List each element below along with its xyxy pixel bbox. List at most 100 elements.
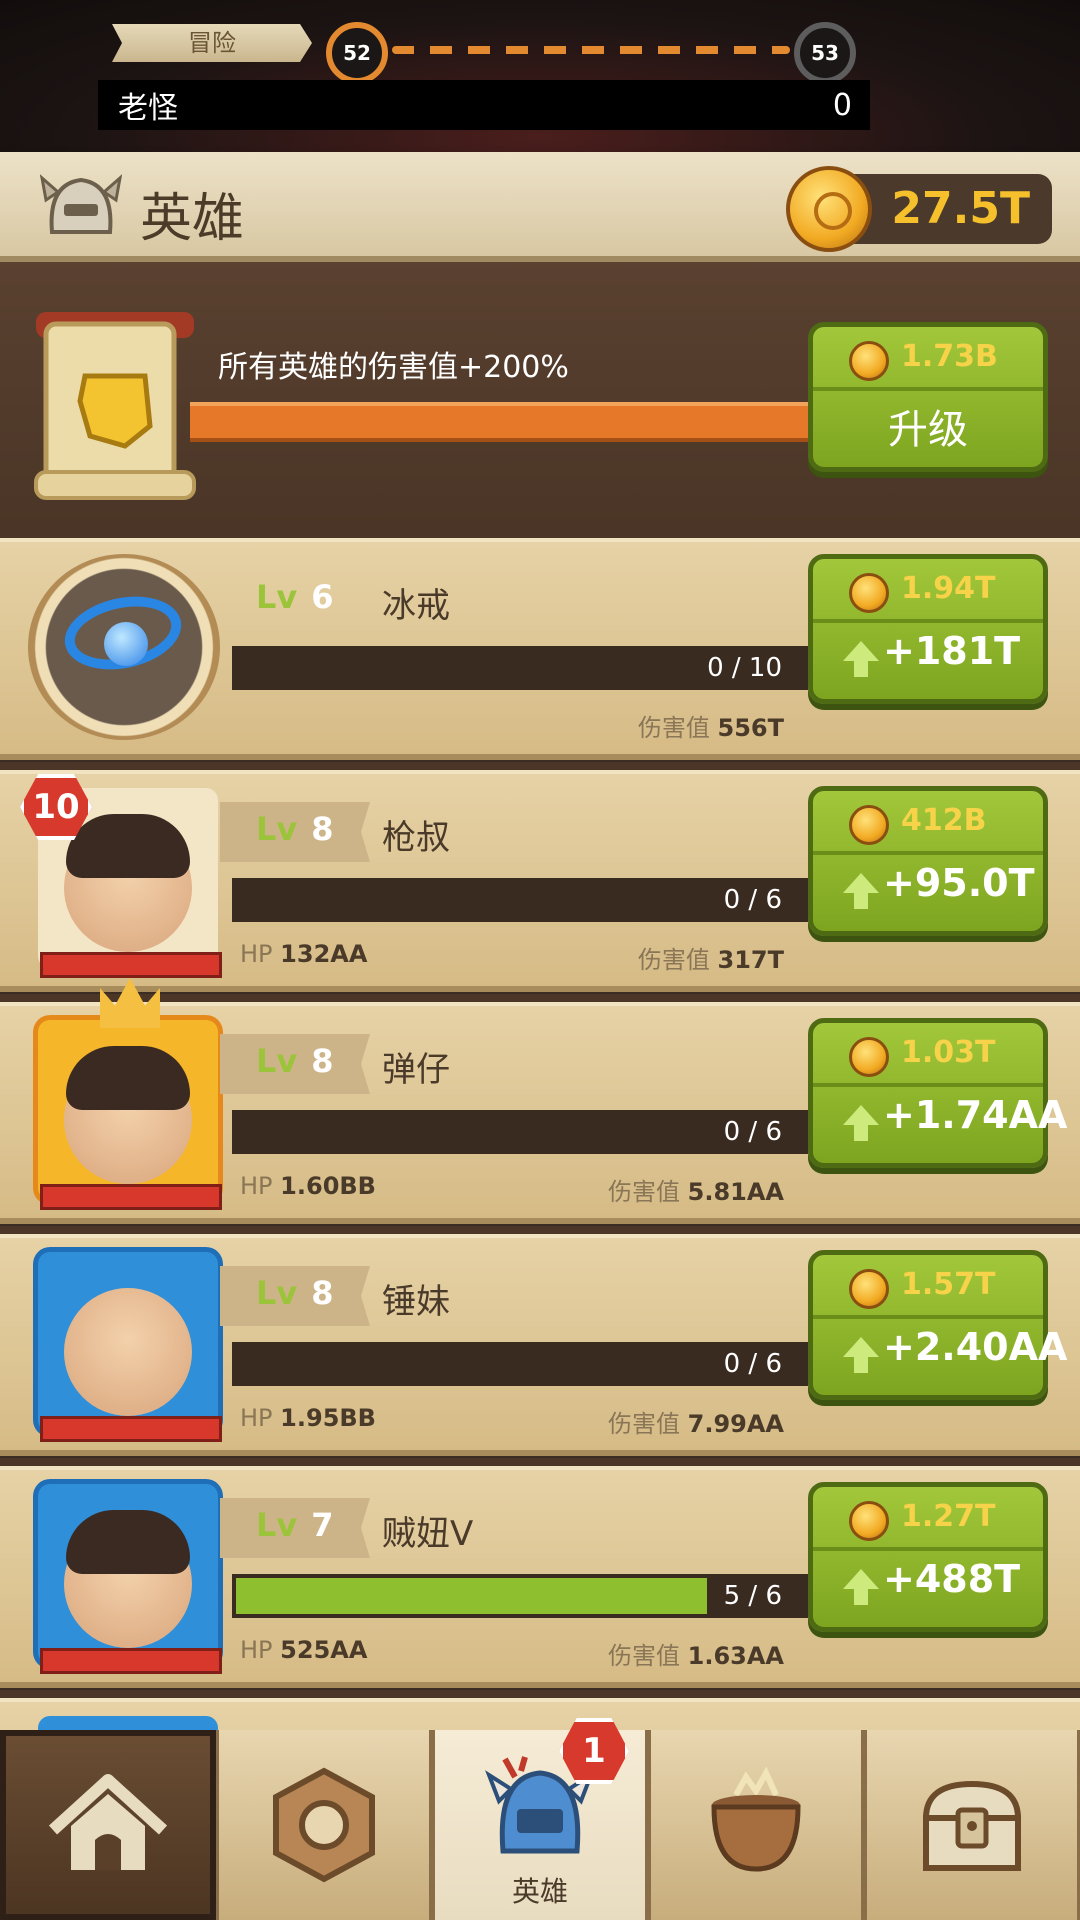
arrow-up-icon — [843, 641, 879, 677]
stage-ribbon: 冒险 — [112, 24, 312, 62]
hero-hp-strip — [40, 1416, 222, 1442]
upgrade-cost: 1.27T — [901, 1499, 996, 1534]
arrow-up-icon — [843, 873, 879, 909]
stage-area: 冒险 52 53 老怪 0 — [0, 0, 1080, 152]
hero-damage: 伤害值 5.81AA — [607, 1178, 784, 1206]
upgrade-cost: 1.03T — [901, 1035, 996, 1070]
hero-name: 贼妞V — [382, 1514, 474, 1554]
hero-hp: HP 1.95BB — [240, 1404, 376, 1432]
button-divider — [813, 1083, 1043, 1087]
button-divider — [813, 851, 1043, 855]
global-upgrade-button[interactable]: 1.73B 升级 — [808, 322, 1048, 472]
hero-hp: HP 1.60BB — [240, 1172, 376, 1200]
hero-row-slingshot: Lv 8 弹仔 0 / 6 HP 1.60BB 伤害值 5.81AA 1.03T … — [0, 978, 1080, 1224]
hero-hp: HP 132AA — [240, 940, 368, 968]
hero-name: 锤妹 — [382, 1282, 450, 1322]
hero-upgrade-button[interactable]: 412B +95.0T — [808, 786, 1048, 936]
hero-level: Lv 6 — [256, 578, 334, 616]
coin-icon — [849, 573, 889, 613]
hero-portrait[interactable] — [38, 1020, 218, 1200]
boss-value: 0 — [832, 87, 852, 123]
hero-portrait[interactable] — [38, 1484, 218, 1664]
boss-bar: 老怪 0 — [98, 80, 870, 130]
upgrade-cost: 1.57T — [901, 1267, 996, 1302]
gold-amount: 27.5T — [891, 183, 1030, 234]
button-divider — [813, 387, 1043, 391]
hero-damage: 伤害值 1.63AA — [607, 1642, 784, 1670]
hero-progress-bar: 0 / 6 — [232, 878, 808, 922]
hero-level: Lv 8 — [256, 810, 334, 848]
hero-portrait[interactable] — [38, 1716, 218, 1730]
hero-level: Lv 8 — [256, 1042, 334, 1080]
current-level-node: 52 — [326, 22, 388, 84]
hero-name: 弹仔 — [382, 1050, 450, 1090]
upgrade-cost: 1.73B — [901, 339, 998, 374]
helmet-icon — [40, 174, 122, 234]
hero-upgrade-button[interactable]: 1.94T +181T — [808, 554, 1048, 704]
nav-tab-chest[interactable] — [864, 1730, 1080, 1920]
gem-icon — [104, 622, 148, 666]
hero-upgrade-button[interactable]: 1.03T +1.74AA — [808, 1018, 1067, 1168]
upgrade-gain: +95.0T — [843, 861, 1035, 909]
progress-fill — [236, 1578, 708, 1614]
hero-list[interactable]: 所有英雄的伤害值+200% 1.73B 升级 Lv 6 冰戒 0 / 10 伤害值… — [0, 262, 1080, 1730]
nav-tab-cauldron[interactable] — [648, 1730, 864, 1920]
hero-row-partial — [0, 1698, 1080, 1730]
hero-row-thief-girl: Lv 7 贼妞V 5 / 6 HP 525AA 伤害值 1.63AA 1.27T … — [0, 1466, 1080, 1688]
progress-text: 0 / 10 — [707, 653, 782, 683]
hero-progress-bar: 0 / 6 — [232, 1342, 808, 1386]
bottom-nav: 英雄 1 — [0, 1718, 1080, 1920]
nav-label-heroes: 英雄 — [511, 1875, 568, 1908]
hero-name: 冰戒 — [382, 586, 450, 626]
hero-row-gun-uncle: 10 Lv 8 枪叔 0 / 6 HP 132AA 伤害值 317T 412B +… — [0, 770, 1080, 992]
hero-progress-bar: 5 / 6 — [232, 1574, 808, 1618]
progress-text: 0 / 6 — [723, 1117, 782, 1147]
hero-level: Lv 8 — [256, 1274, 334, 1312]
next-level-node: 53 — [794, 22, 856, 84]
hero-progress-bar: 0 / 10 — [232, 646, 808, 690]
panel-header: 英雄 27.5T — [0, 152, 1080, 262]
scroll-fist-icon — [34, 312, 196, 500]
arrow-up-icon — [843, 1337, 879, 1373]
nav-tab-heroes[interactable]: 英雄 1 — [432, 1718, 648, 1920]
upgrade-gain: +1.74AA — [843, 1093, 1067, 1141]
global-upgrade-row: 所有英雄的伤害值+200% 1.73B 升级 — [0, 262, 1080, 532]
hero-face — [64, 1288, 192, 1416]
gold-coin-icon — [786, 166, 872, 252]
arrow-up-icon — [843, 1569, 879, 1605]
level-progress-dashes — [392, 46, 790, 54]
global-upgrade-description: 所有英雄的伤害值+200% — [218, 350, 569, 385]
boss-name: 老怪 — [118, 91, 178, 126]
hero-upgrade-button[interactable]: 1.57T +2.40AA — [808, 1250, 1067, 1400]
progress-text: 0 / 6 — [723, 885, 782, 915]
button-divider — [813, 1547, 1043, 1551]
button-divider — [813, 619, 1043, 623]
hero-row-hammer-girl: Lv 8 锤妹 0 / 6 HP 1.95BB 伤害值 7.99AA 1.57T … — [0, 1234, 1080, 1456]
nav-tab-ring[interactable] — [216, 1730, 432, 1920]
arrow-up-icon — [843, 1105, 879, 1141]
coin-icon — [849, 1037, 889, 1077]
upgrade-cost: 412B — [901, 803, 987, 838]
hero-upgrade-button[interactable]: 1.27T +488T — [808, 1482, 1048, 1632]
page-title: 英雄 — [140, 189, 245, 249]
upgrade-cost: 1.94T — [901, 571, 996, 606]
upgrade-gain: +2.40AA — [843, 1325, 1067, 1373]
upgrade-gain: +181T — [843, 629, 1020, 677]
hero-portrait[interactable] — [38, 1252, 218, 1432]
hero-hp-strip — [40, 1648, 222, 1674]
hero-row-ice-ring: Lv 6 冰戒 0 / 10 伤害值 556T 1.94T +181T — [0, 538, 1080, 760]
nav-tab-camp[interactable] — [0, 1730, 216, 1920]
hero-hair — [66, 1510, 190, 1574]
coin-icon — [849, 341, 889, 381]
hero-hair — [66, 814, 190, 878]
hero-damage: 伤害值 556T — [637, 714, 784, 742]
camp-icon — [48, 1774, 168, 1870]
hero-hp-strip — [40, 952, 222, 978]
button-divider — [813, 1315, 1043, 1319]
hero-progress-bar: 0 / 6 — [232, 1110, 808, 1154]
hero-hp: HP 525AA — [240, 1636, 368, 1664]
global-upgrade-bar — [190, 402, 810, 442]
hero-hair — [66, 1046, 190, 1110]
coin-icon — [849, 1501, 889, 1541]
coin-icon — [849, 1269, 889, 1309]
